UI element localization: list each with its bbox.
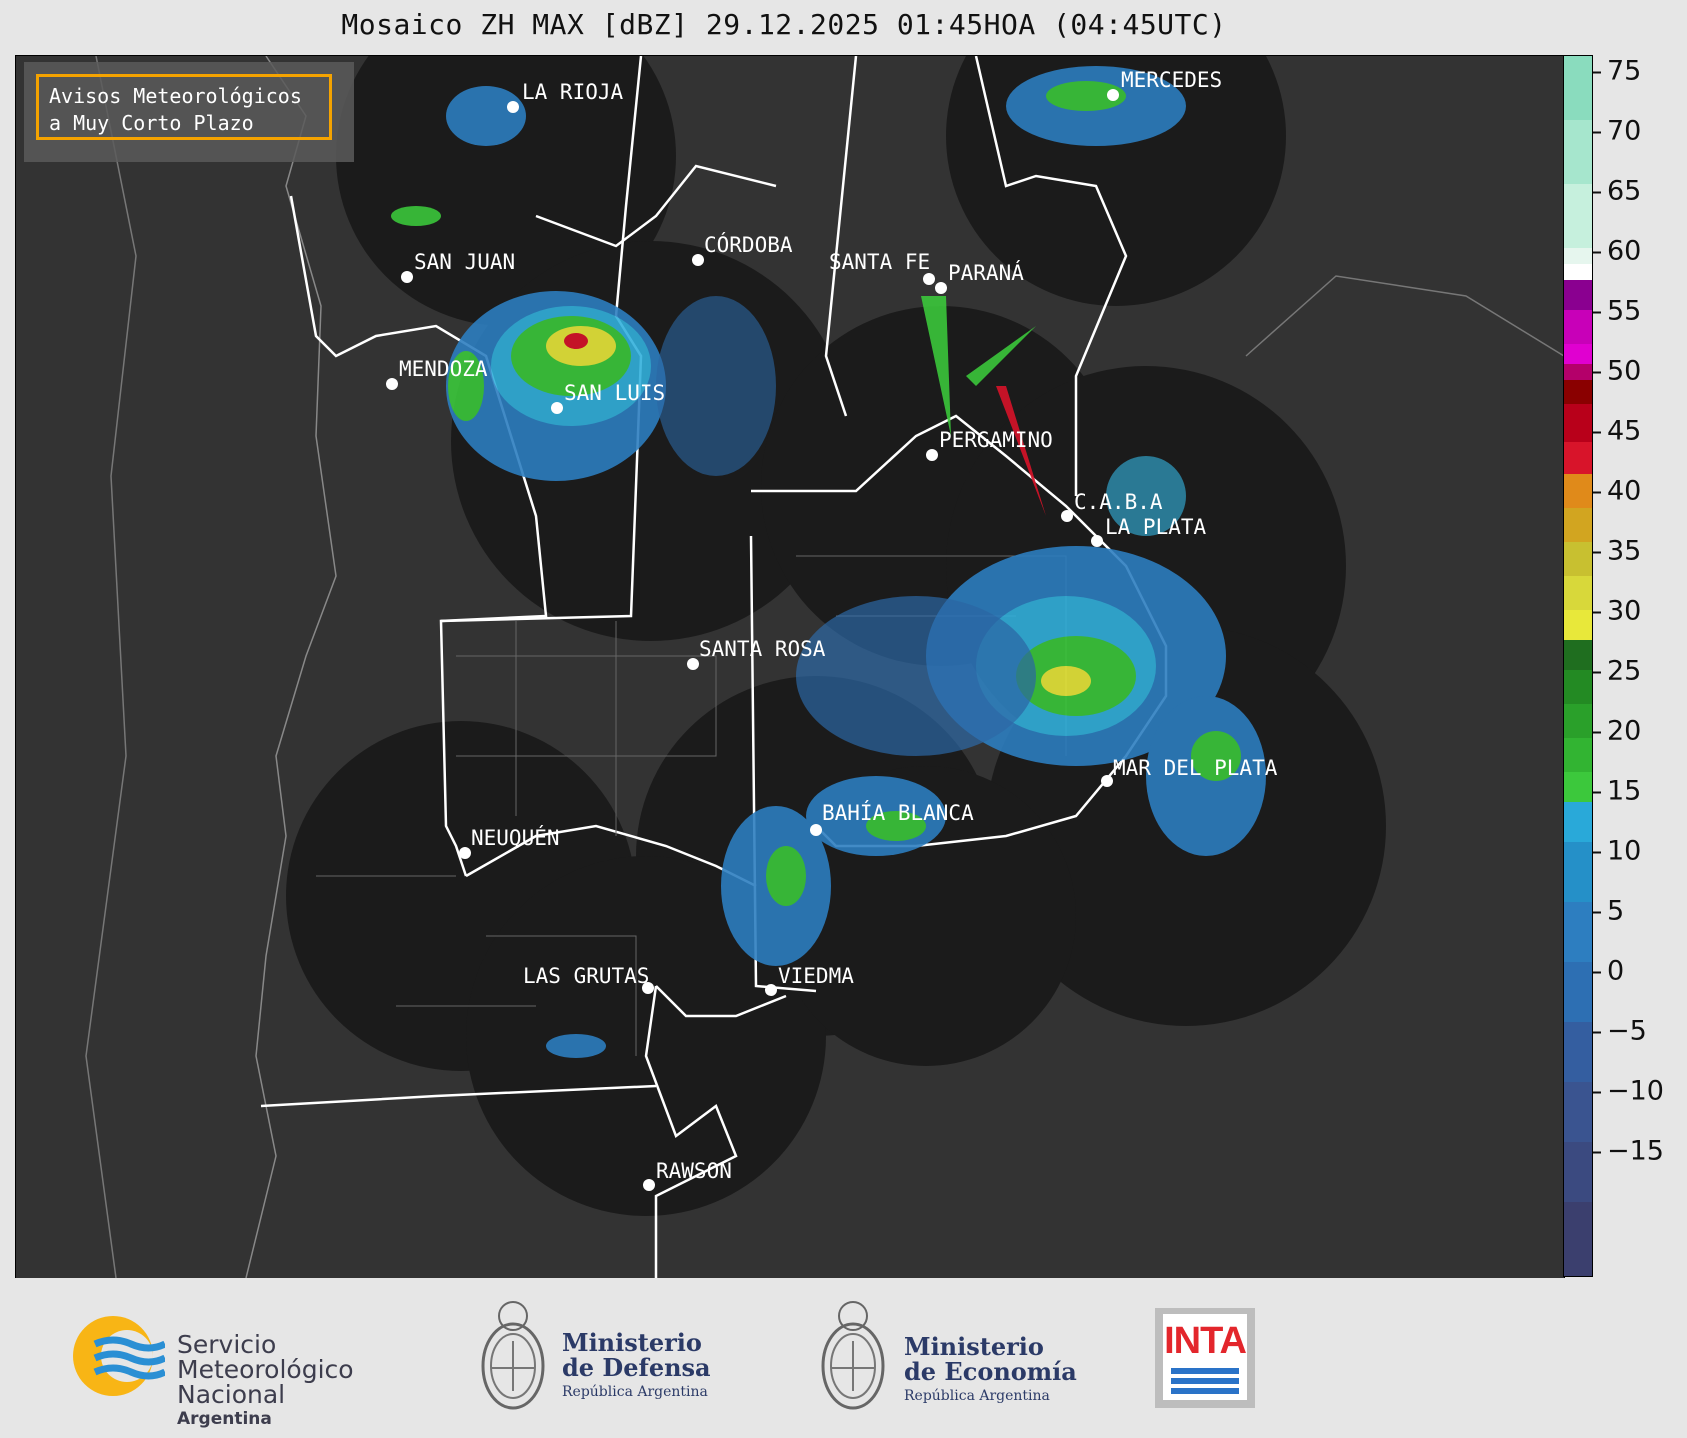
ministerio-economia-logo[interactable]: Ministerio de Economía República Argenti… [818, 1296, 1078, 1416]
map-title: Mosaico ZH MAX [dBZ] 29.12.2025 01:45HOA… [341, 8, 1227, 41]
city-label-cordoba: CÓRDOBA [704, 232, 793, 257]
city-label-neuquen: NEUQUÉN [471, 825, 560, 850]
inta-label: INTA [1164, 1320, 1247, 1362]
warning-label-box[interactable]: Avisos Meteorológicos a Muy Corto Plazo [36, 74, 332, 140]
coat-of-arms-icon [821, 1301, 885, 1410]
city-label-las-grutas: LAS GRUTAS [523, 964, 649, 988]
tick-label: 0 [1593, 956, 1624, 987]
city-label-parana: PARANÁ [948, 260, 1024, 285]
city-label-santa-fe: SANTA FE [829, 250, 930, 274]
tick-label: 45 [1593, 416, 1641, 447]
tick-label: 30 [1593, 596, 1641, 627]
tick-label: 50 [1593, 356, 1641, 387]
warning-line-2: a Muy Corto Plazo [49, 111, 254, 135]
economia-line-1: Ministerio [904, 1332, 1044, 1361]
coat-of-arms-icon [481, 1301, 545, 1410]
dbz-colorbar [1563, 55, 1593, 1277]
tick-label: −15 [1593, 1136, 1664, 1167]
tick-label: 40 [1593, 476, 1641, 507]
ministerio-defensa-logo[interactable]: Ministerio de Defensa República Argentin… [478, 1296, 728, 1416]
tick-label: 20 [1593, 716, 1641, 747]
city-label-pergamino: PERGAMINO [939, 428, 1053, 452]
defensa-line-3: República Argentina [562, 1384, 708, 1400]
radar-map[interactable]: LA RIOJA MERCEDES CÓRDOBA SAN JUAN SANTA… [15, 55, 1565, 1279]
tick-label: −5 [1593, 1016, 1647, 1047]
inta-stripe [1171, 1368, 1239, 1374]
smn-emblem-icon [73, 1316, 167, 1396]
city-label-viedma: VIEDMA [778, 964, 854, 988]
smn-logo[interactable]: Servicio Meteorológico Nacional Argentin… [65, 1306, 445, 1429]
tick-label: 70 [1593, 116, 1641, 147]
smn-line-3: Nacional [177, 1380, 286, 1409]
city-label-la-rioja: LA RIOJA [522, 80, 624, 104]
smn-line-1: Servicio [177, 1330, 277, 1359]
city-label-la-plata: LA PLATA [1105, 515, 1207, 539]
tick-label: 75 [1593, 56, 1641, 87]
city-label-rawson: RAWSON [656, 1159, 732, 1183]
map-canvas: LA RIOJA MERCEDES CÓRDOBA SAN JUAN SANTA… [85, 56, 1564, 1278]
tick-label: 10 [1593, 836, 1641, 867]
inta-logo[interactable]: INTA [1155, 1308, 1255, 1408]
inta-stripe [1171, 1378, 1239, 1384]
smn-line-2: Meteorológico [177, 1355, 354, 1384]
tick-label: 35 [1593, 536, 1641, 567]
tick-label: 5 [1593, 896, 1624, 927]
tick-label: 55 [1593, 296, 1641, 327]
tick-label: 60 [1593, 236, 1641, 267]
tick-label: 65 [1593, 176, 1641, 207]
inta-stripe [1171, 1388, 1239, 1394]
economia-line-2: de Economía [904, 1357, 1077, 1386]
city-label-caba: C.A.B.A [1074, 490, 1163, 514]
city-label-bahia-blanca: BAHÍA BLANCA [822, 800, 974, 825]
defensa-line-1: Ministerio [562, 1328, 702, 1357]
defensa-line-2: de Defensa [562, 1353, 711, 1382]
city-label-san-luis: SAN LUIS [564, 381, 665, 405]
tick-label: 15 [1593, 776, 1641, 807]
city-label-mendoza: MENDOZA [399, 357, 488, 381]
city-label-santa-rosa: SANTA ROSA [699, 637, 826, 661]
warning-line-1: Avisos Meteorológicos [49, 84, 302, 108]
tick-label: 25 [1593, 656, 1641, 687]
city-label-mercedes: MERCEDES [1121, 68, 1222, 92]
city-label-san-juan: SAN JUAN [414, 250, 515, 274]
city-label-mar-del-plata: MAR DEL PLATA [1113, 756, 1278, 780]
warning-panel[interactable]: Avisos Meteorológicos a Muy Corto Plazo [24, 62, 354, 162]
economia-line-3: República Argentina [904, 1388, 1050, 1404]
colorbar-ticks: 75 70 65 60 55 50 45 40 35 30 25 20 15 1… [1593, 55, 1687, 1277]
smn-line-4: Argentina [177, 1409, 272, 1429]
tick-label: −10 [1593, 1076, 1664, 1107]
footer-logos: Servicio Meteorológico Nacional Argentin… [0, 1278, 1687, 1438]
